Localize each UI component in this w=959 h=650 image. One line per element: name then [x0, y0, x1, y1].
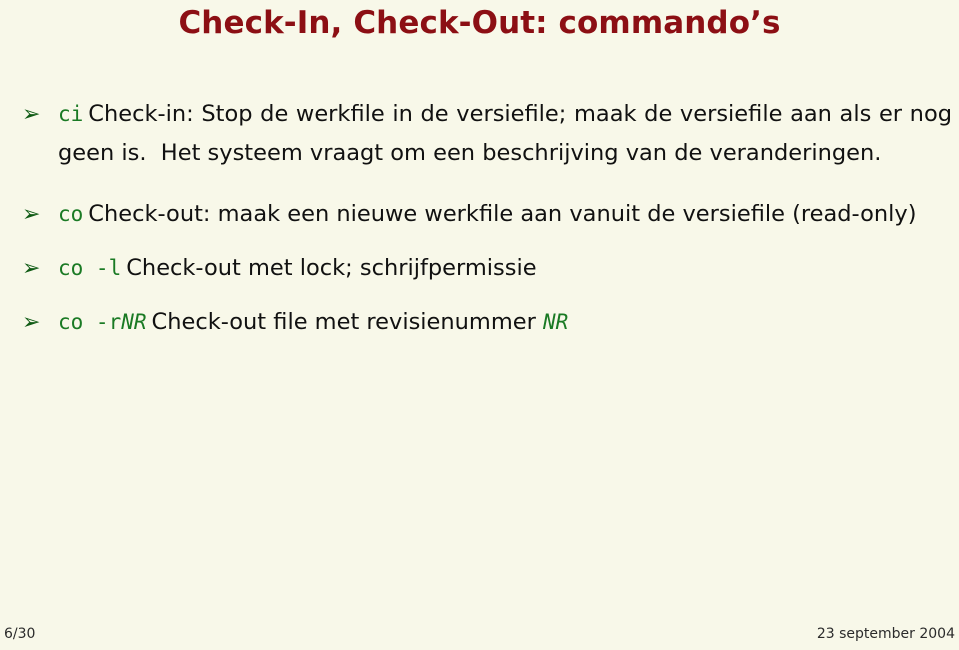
list-item: ➢ ci Check-in: Stop de werkfile in de ver…: [22, 95, 952, 173]
command-arg-nr: NR: [121, 310, 147, 334]
bullet-arrow-icon: ➢: [22, 256, 41, 281]
footer-date: 23 september 2004: [816, 626, 955, 642]
slide-footer: 6/30 23 september 2004: [0, 620, 959, 642]
page-number: 6/30: [4, 626, 36, 642]
slide-body: ➢ ci Check-in: Stop de werkfile in de ver…: [22, 95, 952, 342]
bullet-arrow-icon: ➢: [22, 102, 41, 127]
list-item-text: Check-out met lock; schrijfpermissie: [126, 255, 537, 281]
list-item-text: Check-in: Stop de werkfile in de versief…: [58, 101, 952, 166]
list-item: ➢ co -l Check-out met lock; schrijfpermis…: [22, 249, 952, 288]
bullet-arrow-icon: ➢: [22, 310, 41, 335]
bullet-arrow-icon: ➢: [22, 202, 41, 227]
command-ci: ci: [58, 102, 84, 126]
list-item-text: Check-out file met revisienummer: [151, 309, 544, 335]
list-item: ➢ co Check-out: maak een nieuwe werkfile …: [22, 195, 952, 234]
command-co-r: co -r: [58, 310, 122, 334]
command-co-l: co -l: [58, 256, 122, 280]
slide-root: Check-In, Check-Out: commando’s ➢ ci Chec…: [0, 0, 959, 650]
command-co: co: [58, 202, 84, 226]
list-item: ➢ co -rNR Check-out file met revisienumme…: [22, 303, 952, 342]
page-title: Check-In, Check-Out: commando’s: [178, 5, 781, 41]
inline-arg-nr: NR: [543, 310, 569, 334]
list-item-text: Check-out: maak een nieuwe werkfile aan …: [88, 201, 917, 227]
